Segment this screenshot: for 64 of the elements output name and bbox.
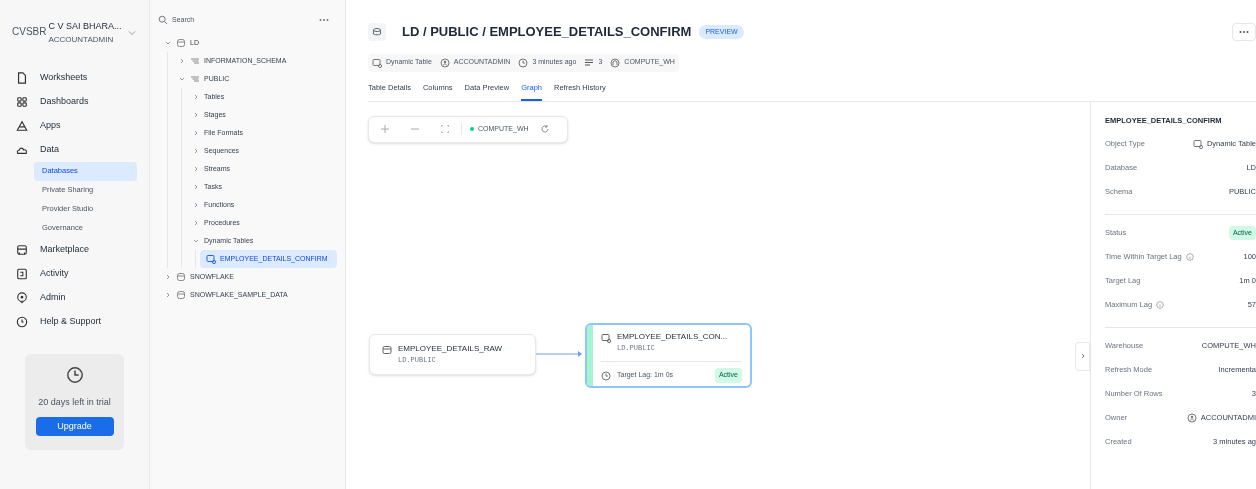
node-title: EMPLOYEE_DETAILS_RAW (398, 342, 503, 355)
chevron-right-icon (192, 111, 200, 119)
nav-item[interactable]: Dashboards (12, 89, 137, 114)
schema-icon (190, 74, 200, 84)
page-title: LD / PUBLIC / EMPLOYEE_DETAILS_CONFIRM (402, 23, 692, 41)
chevron-down-icon (192, 237, 200, 245)
user-initials: CVSBR (12, 25, 47, 39)
table-icon (368, 22, 386, 41)
chevron-right-icon (164, 273, 172, 281)
chevron-right-icon (192, 183, 200, 191)
chevron-right-icon (164, 291, 172, 299)
more-button[interactable] (1232, 22, 1256, 41)
table-icon (382, 344, 392, 355)
help-icon (16, 315, 28, 328)
zoom-in-icon[interactable] (381, 125, 389, 134)
clock-icon (601, 370, 611, 381)
nav-item[interactable]: Activity (12, 261, 137, 286)
chevron-down-icon (178, 75, 186, 83)
chevron-right-icon (192, 93, 200, 101)
dynamic-table-icon (372, 57, 382, 68)
user-role: ACCOUNTADMIN (48, 33, 115, 46)
database-icon (176, 272, 186, 282)
nav-item[interactable]: Admin (12, 285, 137, 310)
chevron-right-icon (178, 57, 186, 65)
database-icon (176, 38, 186, 48)
chevron-right-icon (192, 165, 200, 173)
nav-item[interactable]: Help & Support (12, 309, 137, 334)
grid-icon (16, 95, 28, 108)
dynamic-table-icon (206, 254, 216, 264)
nav-item[interactable]: Data (12, 137, 137, 162)
shield-icon (16, 291, 28, 304)
refresh-icon[interactable] (540, 125, 549, 134)
warehouse-icon (610, 57, 621, 68)
more-icon (1239, 29, 1249, 34)
chevron-right-icon (192, 219, 200, 227)
nav-item[interactable]: Worksheets (12, 65, 137, 90)
activity-icon (16, 267, 28, 280)
chevron-right-icon (192, 129, 200, 137)
document-icon (16, 71, 28, 84)
user-icon (439, 57, 450, 68)
clock-icon (518, 57, 529, 68)
dynamic-table-icon (601, 332, 611, 343)
database-icon (176, 290, 186, 300)
nav-item[interactable]: Apps (12, 113, 137, 138)
triangle-icon (16, 119, 28, 132)
upgrade-button[interactable]: Upgrade (35, 417, 114, 436)
node-title: EMPLOYEE_DETAILS_CON... (617, 330, 728, 343)
collapse-button[interactable] (1075, 341, 1090, 371)
clock-icon (65, 365, 84, 384)
user-icon (1186, 413, 1197, 423)
dynamic-table-icon (1192, 139, 1203, 149)
search-icon (158, 15, 168, 25)
chevron-right-icon (192, 201, 200, 209)
chevron-right-icon (192, 147, 200, 155)
trial-text: 20 days left in trial (38, 395, 111, 409)
fit-view-icon[interactable] (441, 125, 449, 134)
storefront-icon (16, 243, 28, 256)
schema-icon (190, 56, 200, 66)
rows-icon (584, 57, 595, 68)
chevron-down-icon[interactable] (127, 28, 138, 38)
user-name: C V SAI BHARA... (48, 20, 122, 33)
more-icon[interactable] (319, 18, 329, 22)
nav-item[interactable]: Marketplace (12, 237, 137, 262)
chevron-down-icon (164, 39, 172, 47)
